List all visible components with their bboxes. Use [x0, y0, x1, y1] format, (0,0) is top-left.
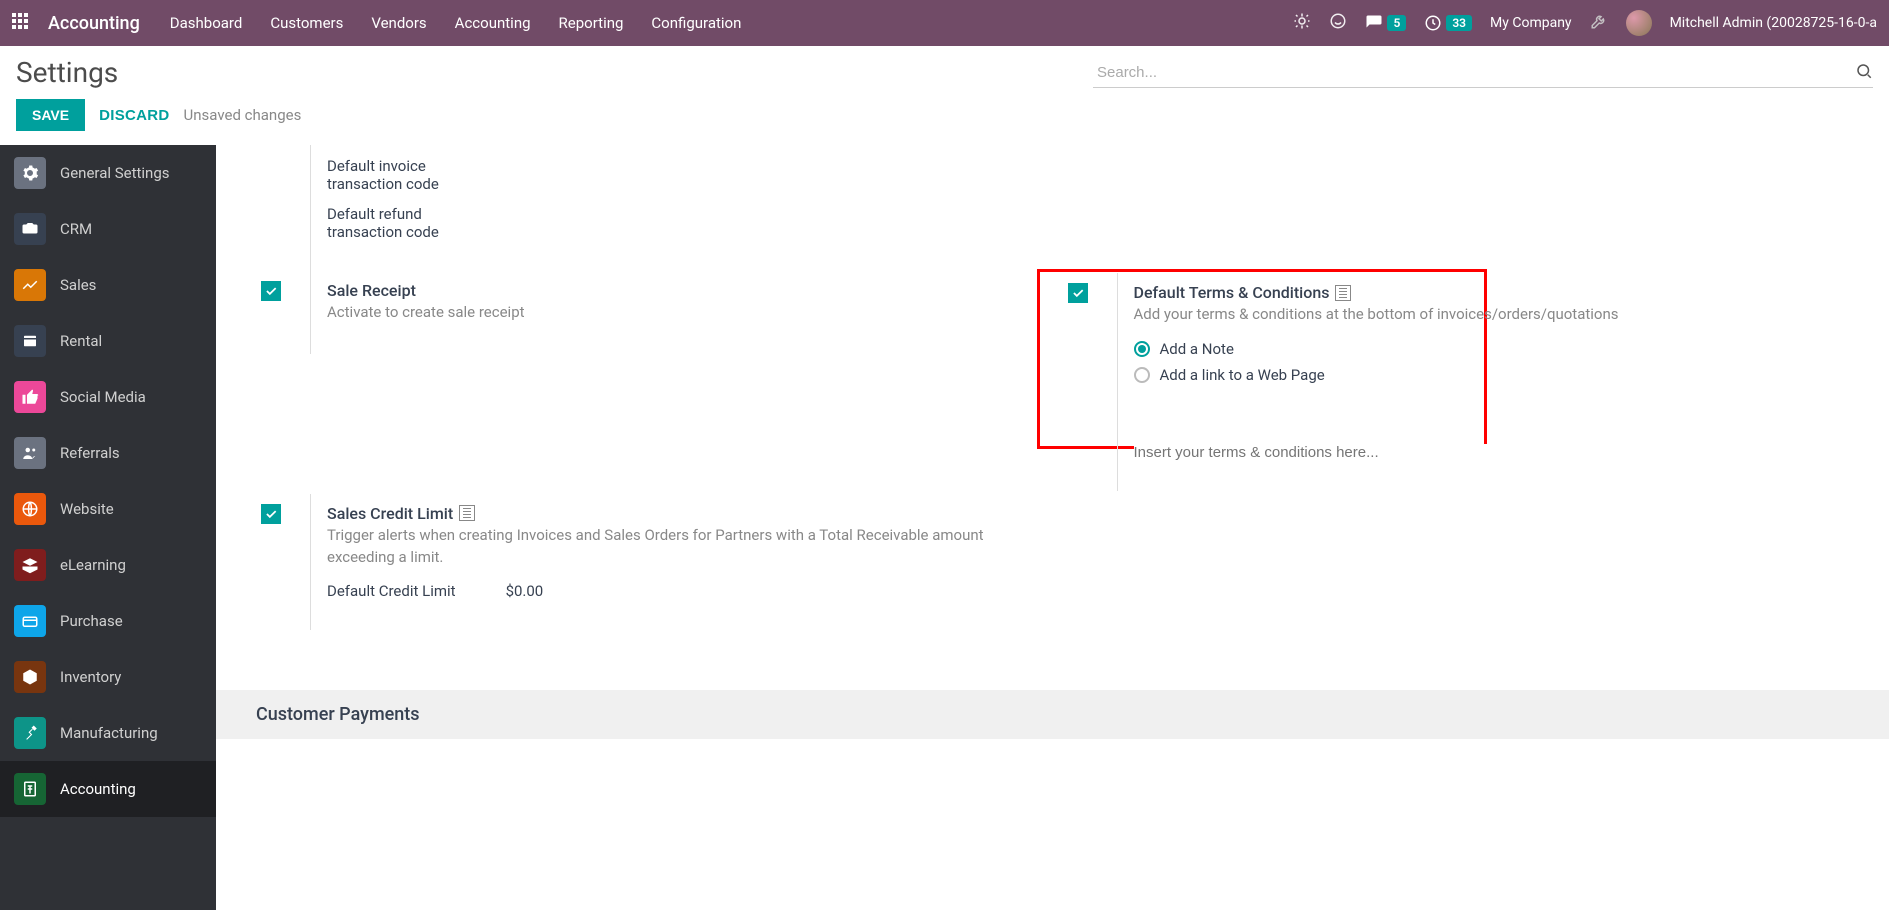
sidebar-item-label: eLearning — [60, 556, 126, 574]
bug-icon[interactable] — [1293, 12, 1311, 34]
terms-option-link[interactable]: Add a link to a Web Page — [1134, 366, 1850, 384]
messages-button[interactable]: 5 — [1365, 14, 1406, 32]
top-navbar: Accounting Dashboard Customers Vendors A… — [0, 0, 1889, 46]
building-icon — [459, 505, 475, 521]
activities-button[interactable]: 33 — [1424, 14, 1472, 32]
app-brand[interactable]: Accounting — [48, 13, 140, 34]
sidebar-item-inventory[interactable]: Inventory — [0, 649, 216, 705]
sidebar-item-label: Manufacturing — [60, 724, 158, 742]
sidebar-item-accounting[interactable]: Accounting — [0, 761, 216, 817]
activities-badge: 33 — [1446, 15, 1472, 31]
user-name[interactable]: Mitchell Admin (20028725-16-0-a — [1670, 15, 1877, 31]
sidebar-item-label: Purchase — [60, 612, 123, 630]
apps-menu-icon[interactable] — [12, 13, 32, 33]
sidebar-item-manufacturing[interactable]: Manufacturing — [0, 705, 216, 761]
menu-accounting[interactable]: Accounting — [455, 14, 531, 32]
sidebar-item-label: Accounting — [60, 780, 136, 798]
search-input[interactable] — [1093, 58, 1873, 88]
radio-off-icon — [1134, 367, 1150, 383]
sidebar-item-label: Sales — [60, 276, 96, 294]
sidebar-item-website[interactable]: Website — [0, 481, 216, 537]
radio-label: Add a Note — [1160, 340, 1234, 358]
sale-receipt-desc: Activate to create sale receipt — [327, 302, 525, 324]
menu-configuration[interactable]: Configuration — [651, 14, 741, 32]
sale-receipt-checkbox[interactable] — [261, 281, 281, 301]
sidebar-item-label: Rental — [60, 332, 102, 350]
sidebar-item-label: Inventory — [60, 668, 121, 686]
user-avatar[interactable] — [1626, 10, 1652, 36]
save-button[interactable]: SAVE — [16, 99, 85, 131]
sidebar-item-purchase[interactable]: Purchase — [0, 593, 216, 649]
settings-content: Default invoice transaction code Default… — [216, 145, 1889, 910]
sale-receipt-title: Sale Receipt — [327, 281, 525, 300]
page-title: Settings — [16, 56, 118, 89]
messages-badge: 5 — [1387, 15, 1406, 31]
credit-limit-title: Sales Credit Limit — [327, 504, 1043, 523]
sidebar-item-label: Referrals — [60, 444, 120, 462]
menu-reporting[interactable]: Reporting — [559, 14, 624, 32]
credit-limit-checkbox[interactable] — [261, 504, 281, 524]
settings-sidebar: General Settings CRM Sales Rental Social… — [0, 145, 216, 910]
invoice-code-label: Default invoice transaction code — [327, 157, 487, 193]
terms-checkbox[interactable] — [1068, 283, 1088, 303]
sidebar-item-crm[interactable]: CRM — [0, 201, 216, 257]
discard-button[interactable]: DISCARD — [99, 107, 169, 124]
sidebar-item-sales[interactable]: Sales — [0, 257, 216, 313]
main-menu: Dashboard Customers Vendors Accounting R… — [170, 14, 742, 32]
sidebar-item-label: General Settings — [60, 164, 170, 182]
section-customer-payments: Customer Payments — [216, 690, 1889, 739]
sidebar-item-referrals[interactable]: Referrals — [0, 425, 216, 481]
terms-text-input[interactable] — [1134, 444, 1850, 461]
credit-limit-desc: Trigger alerts when creating Invoices an… — [327, 525, 1043, 569]
support-icon[interactable] — [1329, 12, 1347, 34]
sidebar-item-label: Website — [60, 500, 114, 518]
terms-desc: Add your terms & conditions at the botto… — [1134, 304, 1850, 326]
tools-icon[interactable] — [1590, 12, 1608, 34]
sidebar-item-general[interactable]: General Settings — [0, 145, 216, 201]
search-icon[interactable] — [1855, 62, 1873, 84]
menu-vendors[interactable]: Vendors — [371, 14, 426, 32]
menu-dashboard[interactable]: Dashboard — [170, 14, 243, 32]
radio-on-icon — [1134, 341, 1150, 357]
building-icon — [1335, 285, 1351, 301]
radio-label: Add a link to a Web Page — [1160, 366, 1325, 384]
control-panel: Settings SAVE DISCARD Unsaved changes — [0, 46, 1889, 145]
sidebar-item-rental[interactable]: Rental — [0, 313, 216, 369]
refund-code-label: Default refund transaction code — [327, 205, 487, 241]
menu-customers[interactable]: Customers — [270, 14, 343, 32]
sidebar-item-elearning[interactable]: eLearning — [0, 537, 216, 593]
terms-title: Default Terms & Conditions — [1134, 283, 1850, 302]
unsaved-indicator: Unsaved changes — [184, 106, 302, 124]
terms-option-note[interactable]: Add a Note — [1134, 340, 1850, 358]
sidebar-item-label: Social Media — [60, 388, 146, 406]
sidebar-item-social[interactable]: Social Media — [0, 369, 216, 425]
sidebar-item-label: CRM — [60, 220, 92, 238]
credit-limit-field-label: Default Credit Limit — [327, 582, 456, 600]
company-switcher[interactable]: My Company — [1490, 15, 1572, 31]
credit-limit-value[interactable]: $0.00 — [506, 582, 544, 600]
